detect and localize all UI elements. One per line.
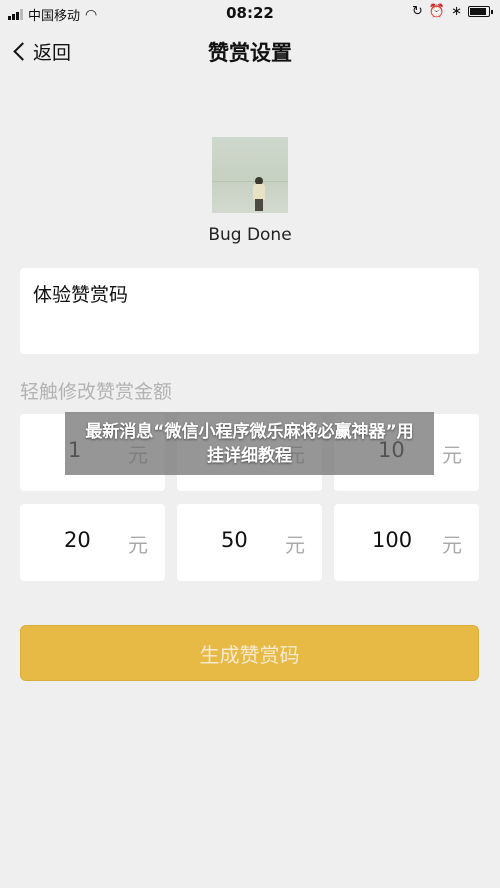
generate-code-button[interactable]: 生成赞赏码 [20,625,479,681]
avatar-person-legs [255,199,263,211]
status-right: ↻ ⏰ ∗ [412,4,493,19]
amount-unit: 元 [285,533,305,557]
code-name-field[interactable]: 体验赞赏码 [20,268,479,354]
page-title: 赞赏设置 [208,41,292,65]
rotation-lock-icon: ↻ [412,4,423,19]
amount-value: 100 [372,528,413,552]
amount-option-4[interactable]: 20 元 [20,504,165,581]
alarm-icon: ⏰ [428,4,446,19]
avatar-horizon [212,181,288,182]
battery-fill [470,8,487,15]
amount-unit: 元 [442,443,462,467]
bluetooth-icon: ∗ [451,4,462,19]
nav-bar: 返回 赞赏设置 [0,28,500,74]
amount-value: 20 [64,528,91,552]
battery-icon [468,6,493,17]
profile-name: Bug Done [208,225,292,245]
status-bar: 中国移动 ◠ 08:22 ↻ ⏰ ∗ [0,0,500,26]
amount-unit: 元 [442,533,462,557]
overlay-text: 最新消息“微信小程序微乐麻将必赢神器”用挂详细教程 [85,421,414,466]
avatar-person-body [253,184,265,200]
avatar [212,137,288,213]
amount-value: 50 [221,528,248,552]
amount-section-label: 轻触修改赞赏金额 [20,381,173,403]
code-name-value: 体验赞赏码 [33,284,129,306]
overlay-banner: 最新消息“微信小程序微乐麻将必赢神器”用挂详细教程 [65,412,434,475]
amount-option-6[interactable]: 100 元 [334,504,479,581]
amount-unit: 元 [128,533,148,557]
amount-option-5[interactable]: 50 元 [177,504,322,581]
